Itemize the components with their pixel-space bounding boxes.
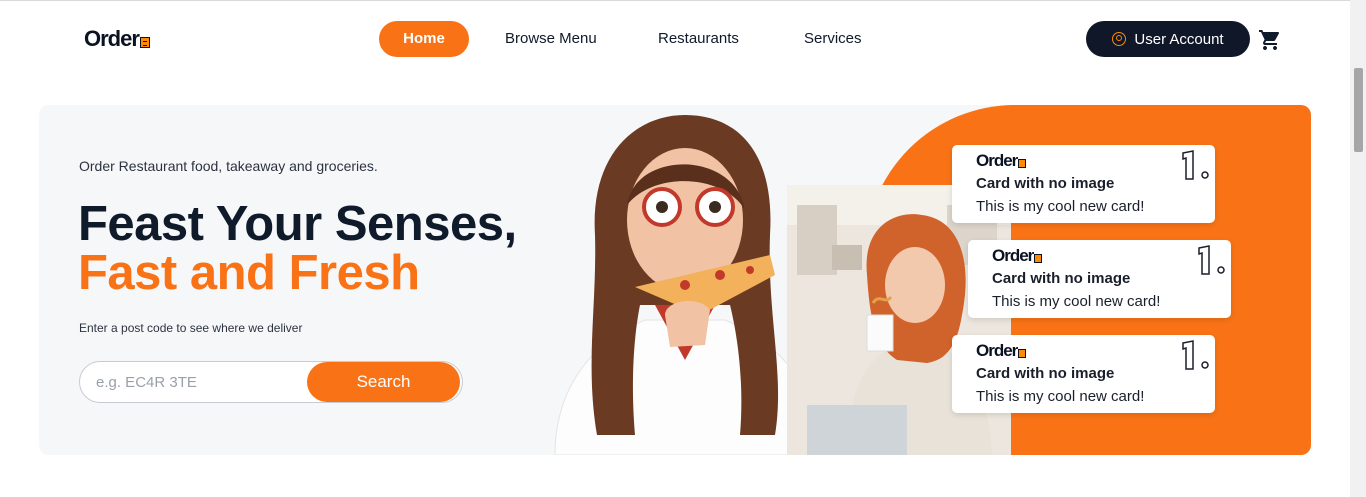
user-circle-icon	[1112, 32, 1127, 46]
woman-eating-noodles-image	[787, 185, 1011, 455]
nav-browse-menu[interactable]: Browse Menu	[505, 21, 597, 57]
nav-services[interactable]: Services	[804, 21, 862, 57]
card-number-badge	[1182, 340, 1209, 370]
logo-mark-icon	[1018, 159, 1027, 168]
promo-card[interactable]: Order Card with no image This is my cool…	[968, 240, 1231, 318]
card-logo: Order	[992, 246, 1043, 265]
user-account-label: User Account	[1134, 30, 1224, 48]
card-logo-text: Order	[976, 151, 1018, 170]
card-title: Card with no image	[976, 365, 1115, 382]
logo-mark-icon	[1034, 254, 1043, 263]
hero-tagline: Order Restaurant food, takeaway and groc…	[79, 158, 378, 174]
shopping-cart-icon[interactable]	[1258, 28, 1282, 52]
logo-mark-icon	[139, 37, 150, 48]
scrollbar-thumb[interactable]	[1354, 68, 1363, 152]
card-text: This is my cool new card!	[976, 388, 1145, 405]
card-text: This is my cool new card!	[976, 198, 1145, 215]
promo-card[interactable]: Order Card with no image This is my cool…	[952, 335, 1215, 413]
postcode-label: Enter a post code to see where we delive…	[79, 321, 303, 335]
nav-restaurants[interactable]: Restaurants	[658, 21, 739, 57]
card-logo-text: Order	[976, 341, 1018, 360]
search-button[interactable]: Search	[307, 362, 460, 402]
promo-card[interactable]: Order Card with no image This is my cool…	[952, 145, 1215, 223]
card-number-badge	[1198, 245, 1225, 275]
postcode-input[interactable]	[80, 362, 320, 402]
top-border	[0, 0, 1366, 1]
card-logo-text: Order	[992, 246, 1034, 265]
hero-headline-accent: Fast and Fresh	[78, 246, 420, 300]
card-text: This is my cool new card!	[992, 293, 1161, 310]
card-title: Card with no image	[992, 270, 1131, 287]
card-title: Card with no image	[976, 175, 1115, 192]
nav-home[interactable]: Home	[379, 21, 469, 57]
main-nav: Home Browse Menu Restaurants Services	[379, 21, 862, 57]
card-logo: Order	[976, 341, 1027, 360]
card-number-badge	[1182, 150, 1209, 180]
order-logo[interactable]: Order	[84, 27, 150, 51]
card-logo: Order	[976, 151, 1027, 170]
postcode-search: Search	[79, 361, 463, 403]
logo-text: Order	[84, 26, 140, 51]
page-scrollbar[interactable]	[1350, 0, 1366, 497]
logo-mark-icon	[1018, 349, 1027, 358]
user-account-button[interactable]: User Account	[1086, 21, 1250, 57]
